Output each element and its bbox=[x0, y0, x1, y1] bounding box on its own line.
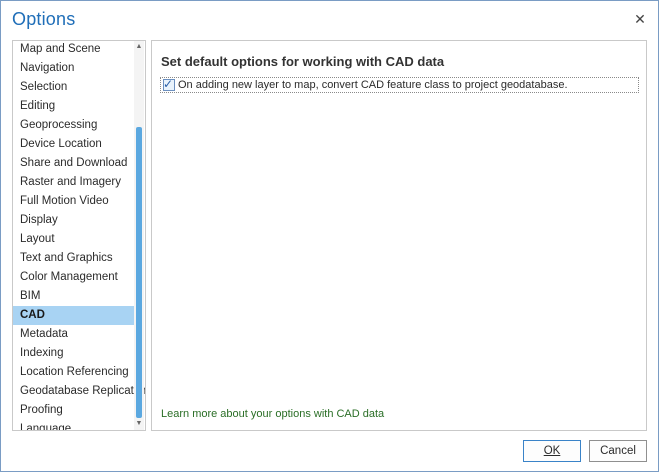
nav-item-full-motion-video[interactable]: Full Motion Video bbox=[13, 192, 134, 211]
nav-item-color-management[interactable]: Color Management bbox=[13, 268, 134, 287]
nav-item-location-referencing[interactable]: Location Referencing bbox=[13, 363, 134, 382]
nav-scrollbar[interactable]: ▲ ▼ bbox=[134, 41, 144, 430]
cancel-button[interactable]: Cancel bbox=[589, 440, 647, 462]
nav-items-container: Map and Scene Navigation Selection Editing G… bbox=[13, 41, 145, 430]
cad-options-panel: Set default options for working with CAD… bbox=[151, 40, 647, 431]
nav-item-proofing[interactable]: Proofing bbox=[13, 401, 134, 420]
scroll-down-icon[interactable]: ▼ bbox=[134, 419, 144, 429]
nav-item-editing[interactable]: Editing bbox=[13, 97, 134, 116]
nav-item-layout[interactable]: Layout bbox=[13, 230, 134, 249]
nav-item-device-location[interactable]: Device Location bbox=[13, 135, 134, 154]
nav-item-geoprocessing[interactable]: Geoprocessing bbox=[13, 116, 134, 135]
nav-item-map-and-scene[interactable]: Map and Scene bbox=[13, 41, 134, 59]
nav-item-metadata[interactable]: Metadata bbox=[13, 325, 134, 344]
scroll-up-icon[interactable]: ▲ bbox=[134, 42, 144, 52]
nav-item-share-and-download[interactable]: Share and Download bbox=[13, 154, 134, 173]
panel-heading: Set default options for working with CAD… bbox=[161, 54, 445, 69]
nav-item-bim[interactable]: BIM bbox=[13, 287, 134, 306]
convert-cad-label[interactable]: On adding new layer to map, convert CAD … bbox=[178, 78, 568, 92]
nav-item-navigation[interactable]: Navigation bbox=[13, 59, 134, 78]
nav-item-selection[interactable]: Selection bbox=[13, 78, 134, 97]
dialog-title: Options bbox=[12, 9, 76, 29]
close-icon[interactable]: ✕ bbox=[632, 11, 648, 27]
nav-item-geodatabase-replication[interactable]: Geodatabase Replication bbox=[13, 382, 145, 401]
nav-item-raster-and-imagery[interactable]: Raster and Imagery bbox=[13, 173, 134, 192]
nav-item-text-and-graphics[interactable]: Text and Graphics bbox=[13, 249, 134, 268]
scroll-thumb[interactable] bbox=[136, 127, 142, 418]
ok-button[interactable]: OK bbox=[523, 440, 581, 462]
options-nav-list: Map and Scene Navigation Selection Editing G… bbox=[12, 40, 146, 431]
convert-cad-checkbox[interactable]: ✓ bbox=[163, 77, 175, 91]
convert-cad-option[interactable]: ✓ On adding new layer to map, convert CA… bbox=[160, 77, 639, 93]
nav-item-language[interactable]: Language bbox=[13, 420, 134, 430]
learn-more-link[interactable]: Learn more about your options with CAD d… bbox=[161, 408, 384, 420]
options-dialog: Options ✕ Map and Scene Navigation Selecti… bbox=[0, 0, 659, 472]
nav-item-display[interactable]: Display bbox=[13, 211, 134, 230]
ok-button-label: OK bbox=[543, 445, 561, 457]
nav-item-indexing[interactable]: Indexing bbox=[13, 344, 134, 363]
nav-item-cad[interactable]: CAD bbox=[13, 306, 134, 325]
checkmark-icon: ✓ bbox=[163, 77, 174, 91]
